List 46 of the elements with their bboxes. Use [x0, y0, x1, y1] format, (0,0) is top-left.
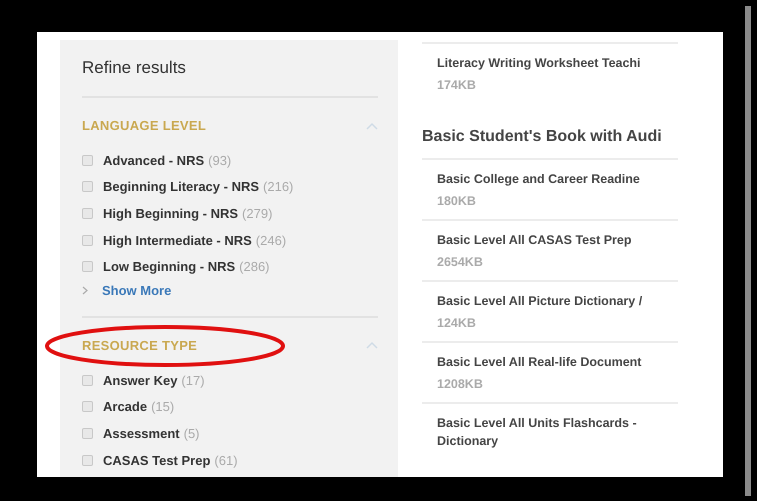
filter-option-label[interactable]: High Beginning - NRS: [103, 206, 238, 221]
filter-heading: LANGUAGE LEVEL: [82, 118, 206, 133]
result-count: (61): [214, 452, 238, 468]
result-count: (5): [184, 426, 200, 441]
file-size: 2654KB: [437, 255, 484, 269]
result-count: (286): [239, 259, 270, 274]
filter-heading: RESOURCE TYPE: [82, 338, 198, 353]
result-count: (15): [151, 399, 174, 414]
checkbox[interactable]: [82, 181, 93, 192]
checkbox[interactable]: [82, 154, 93, 166]
file-size: 180KB: [437, 194, 477, 208]
result-count: (279): [242, 206, 272, 221]
file-title-link[interactable]: Basic Level All Picture Dictionary /: [437, 292, 678, 310]
filter-option-label[interactable]: Answer Key: [103, 372, 178, 388]
checkbox[interactable]: [82, 428, 93, 439]
result-count: (216): [263, 179, 294, 194]
chevron-icon[interactable]: [366, 122, 378, 130]
file-title-link[interactable]: Basic Level All CASAS Test Prep: [437, 231, 678, 249]
file-size: 174KB: [437, 78, 477, 92]
checkbox[interactable]: [82, 401, 93, 412]
file-title-link[interactable]: Literacy Writing Worksheet Teachi: [437, 54, 678, 72]
result-count: (246): [256, 232, 286, 248]
panel-title: Refine results: [82, 58, 187, 78]
file-size: 1208KB: [437, 377, 484, 391]
file-size: 124KB: [437, 316, 477, 330]
filter-option-label[interactable]: Low Beginning - NRS: [103, 259, 236, 274]
file-title-link[interactable]: Basic Level All Real-life Document: [437, 353, 678, 371]
filter-option-label[interactable]: CASAS Test Prep: [103, 452, 210, 468]
filter-option-label[interactable]: Arcade: [103, 399, 148, 414]
filter-option-label[interactable]: High Intermediate - NRS: [103, 232, 252, 248]
file-title-link[interactable]: Basic College and Career Readine: [437, 170, 678, 188]
result-count: (17): [181, 372, 205, 388]
show-more-link[interactable]: Show More: [102, 283, 172, 298]
filter-option-label[interactable]: Assessment: [103, 426, 180, 441]
filter-option-label[interactable]: Advanced - NRS: [103, 152, 204, 168]
group-heading: Basic Student's Book with Audi: [422, 127, 663, 147]
checkbox[interactable]: [82, 374, 93, 386]
chevron-icon[interactable]: [366, 341, 378, 350]
result-count: (93): [208, 152, 232, 168]
checkbox[interactable]: [82, 208, 93, 219]
checkbox[interactable]: [82, 234, 93, 246]
checkbox[interactable]: [82, 261, 93, 272]
chevron-right-icon: [82, 286, 88, 296]
checkbox[interactable]: [82, 454, 93, 466]
filter-option-label[interactable]: Beginning Literacy - NRS: [103, 179, 260, 194]
file-title-link[interactable]: Basic Level All Units Flashcards - Dictionary: [437, 414, 677, 450]
